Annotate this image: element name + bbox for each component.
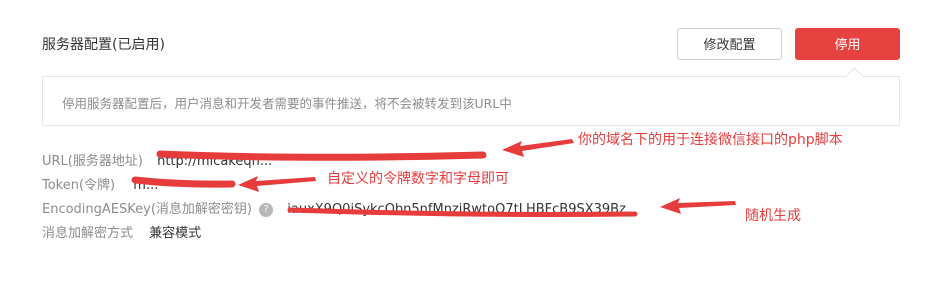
token-annotation: 自定义的令牌数字和字母即可 <box>327 171 509 187</box>
red-arrow-token <box>238 176 316 192</box>
aes-annotation: 随机生成 <box>745 208 801 224</box>
aes-redaction-scribble <box>287 207 638 217</box>
red-arrow-url <box>502 139 574 157</box>
url-annotation: 你的域名下的用于连接微信接口的php脚本 <box>578 132 843 148</box>
url-redaction-scribble <box>156 150 487 161</box>
token-redaction-scribble <box>131 176 236 188</box>
red-arrow-aes <box>660 198 736 214</box>
